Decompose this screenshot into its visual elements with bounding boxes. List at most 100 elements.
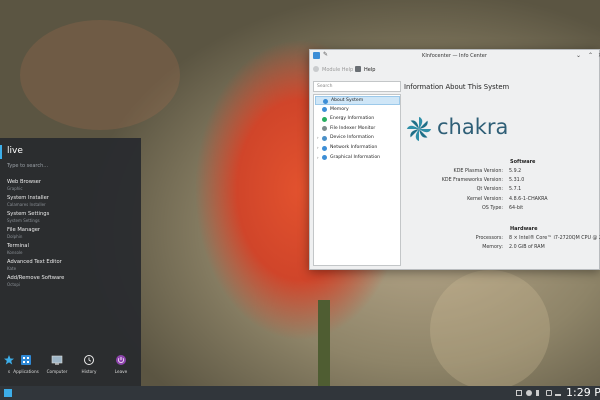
info-value: 8 × Intel® Core™ i7-2720QM CPU @ 2.20GHz	[509, 236, 600, 241]
tab-computer[interactable]: Computer	[42, 354, 72, 374]
help-icon	[313, 66, 319, 72]
maximize-icon[interactable]: ⌃	[588, 52, 593, 59]
chakra-logo-mark	[406, 116, 432, 142]
module-icon	[322, 107, 327, 113]
application-launcher: live Type to search... Web Browser Graphi…	[0, 138, 141, 386]
info-value: 2.0 GiB of RAM	[509, 245, 545, 251]
tree-item-label: Energy Information	[330, 116, 375, 122]
about-system-panel: Information About This System chakra Sof…	[403, 78, 600, 268]
page-title: Information About This System	[404, 83, 510, 91]
module-search-input[interactable]: Search	[313, 81, 401, 92]
launcher-search-input[interactable]: Type to search...	[7, 163, 48, 169]
volume-icon[interactable]	[536, 390, 542, 396]
info-row: KDE Frameworks Version: 5.31.0	[403, 178, 599, 186]
hardware-section-title: Hardware	[510, 226, 538, 232]
computer-icon	[51, 355, 63, 365]
launcher-item[interactable]: Web Browser Graphic	[7, 179, 135, 195]
flower-stem	[318, 300, 330, 386]
launcher-user-name: live	[7, 146, 23, 156]
tab-applications[interactable]: Applications	[11, 354, 41, 374]
info-key: KDE Frameworks Version:	[441, 178, 503, 184]
help-menu-button[interactable]: Help	[355, 66, 375, 73]
tree-item[interactable]: File Indexer Monitor	[315, 125, 400, 134]
launcher-item-title: Add/Remove Software	[7, 275, 65, 281]
launcher-tabs: s Applications Computer History Leave	[0, 350, 141, 386]
module-help-label: Module Help	[322, 67, 354, 73]
expand-arrow-icon[interactable]: ›	[317, 155, 319, 160]
tab-history[interactable]: History	[74, 354, 104, 374]
start-menu-button[interactable]	[4, 389, 12, 397]
tree-item-label: About System	[331, 98, 364, 103]
info-key: KDE Plasma Version:	[453, 169, 503, 174]
module-icon	[322, 126, 327, 132]
tree-item-label: Graphical Information	[330, 154, 381, 160]
tree-item-label: Network Information	[330, 145, 378, 150]
info-value: 4.8.6-1-CHAKRA	[509, 196, 548, 202]
expand-arrow-icon[interactable]: ›	[317, 135, 319, 140]
tree-item[interactable]: Energy Information	[315, 115, 400, 124]
launcher-item-subtitle: Konsole	[7, 250, 23, 255]
info-row: Processors: 8 × Intel® Core™ i7-2720QM CP…	[403, 236, 600, 244]
info-key: Qt Version:	[476, 187, 503, 193]
launcher-item-subtitle: Octopi	[7, 282, 21, 287]
launcher-item[interactable]: File Manager Dolphin	[7, 227, 135, 243]
launcher-item-subtitle: Kate	[7, 266, 17, 271]
tree-item-label: Memory	[330, 106, 349, 112]
info-key: Memory:	[482, 245, 503, 251]
taskbar: 1:29 P	[0, 386, 600, 400]
launcher-item-title: Advanced Text Editor	[7, 259, 62, 265]
launcher-item[interactable]: Terminal Konsole	[7, 243, 135, 259]
window-title: KInfocenter — Info Center	[422, 53, 487, 59]
module-icon	[323, 98, 328, 104]
battery-icon[interactable]	[546, 390, 552, 396]
launcher-item-title: Web Browser	[7, 179, 41, 185]
tray-expand-icon[interactable]	[555, 390, 561, 396]
clipboard-icon[interactable]	[516, 390, 522, 396]
info-row: Qt Version: 5.7.1	[403, 187, 599, 195]
launcher-item-title: Terminal	[7, 243, 29, 249]
module-icon	[322, 116, 327, 122]
info-row: OS Type: 64-bit	[403, 206, 599, 214]
launcher-item-subtitle: Calamares Installer	[7, 202, 46, 207]
info-row: Kernel Version: 4.8.6-1-CHAKRA	[403, 197, 599, 205]
module-help-button[interactable]: Module Help	[313, 66, 353, 73]
tree-item-label: Device Information	[330, 135, 374, 141]
launcher-item[interactable]: Advanced Text Editor Kate	[7, 259, 135, 275]
launcher-item[interactable]: System Settings System Settings	[7, 211, 135, 227]
tab-label: History	[81, 369, 97, 374]
expand-arrow-icon[interactable]: ›	[317, 145, 319, 150]
window-titlebar[interactable]: ✎ KInfocenter — Info Center ⌄ ⌃ ✕	[310, 50, 600, 62]
chakra-logo: chakra	[403, 113, 513, 143]
launcher-item-title: System Installer	[7, 195, 49, 201]
info-row: Memory: 2.0 GiB of RAM	[403, 245, 599, 253]
info-key: Kernel Version:	[467, 196, 503, 202]
clock[interactable]: 1:29 P	[566, 386, 600, 400]
chakra-logo-text: chakra	[437, 115, 509, 139]
tree-item[interactable]: About System	[315, 96, 400, 105]
launcher-item-subtitle: Graphic	[7, 186, 23, 191]
minimize-icon[interactable]: ⌄	[576, 52, 581, 59]
tree-item[interactable]: › Graphical Information	[315, 154, 400, 163]
updates-icon[interactable]	[526, 390, 532, 396]
tab-leave[interactable]: Leave	[106, 354, 136, 374]
launcher-item-title: System Settings	[7, 211, 50, 217]
info-value: 5.9.2	[509, 169, 522, 174]
launcher-item[interactable]: System Installer Calamares Installer	[7, 195, 135, 211]
info-value: 64-bit	[509, 205, 524, 211]
tab-label: Applications	[13, 369, 39, 374]
tree-item[interactable]: › Device Information	[315, 134, 400, 143]
info-key: Processors:	[475, 236, 503, 241]
tree-item[interactable]: Memory	[315, 106, 400, 115]
tree-item[interactable]: › Network Information	[315, 144, 400, 153]
launcher-item[interactable]: Add/Remove Software Octopi	[7, 275, 135, 291]
launcher-item-title: File Manager	[7, 227, 41, 233]
help-label: Help	[364, 67, 376, 73]
info-center-window: ✎ KInfocenter — Info Center ⌄ ⌃ ✕ Module…	[309, 49, 600, 270]
tab-label: Computer	[46, 369, 68, 374]
module-icon	[322, 135, 327, 141]
software-section-title: Software	[510, 159, 536, 165]
launcher-accent	[0, 145, 2, 159]
tree-item-label: File Indexer Monitor	[330, 125, 376, 131]
module-icon	[322, 155, 327, 161]
applications-icon	[21, 355, 31, 365]
